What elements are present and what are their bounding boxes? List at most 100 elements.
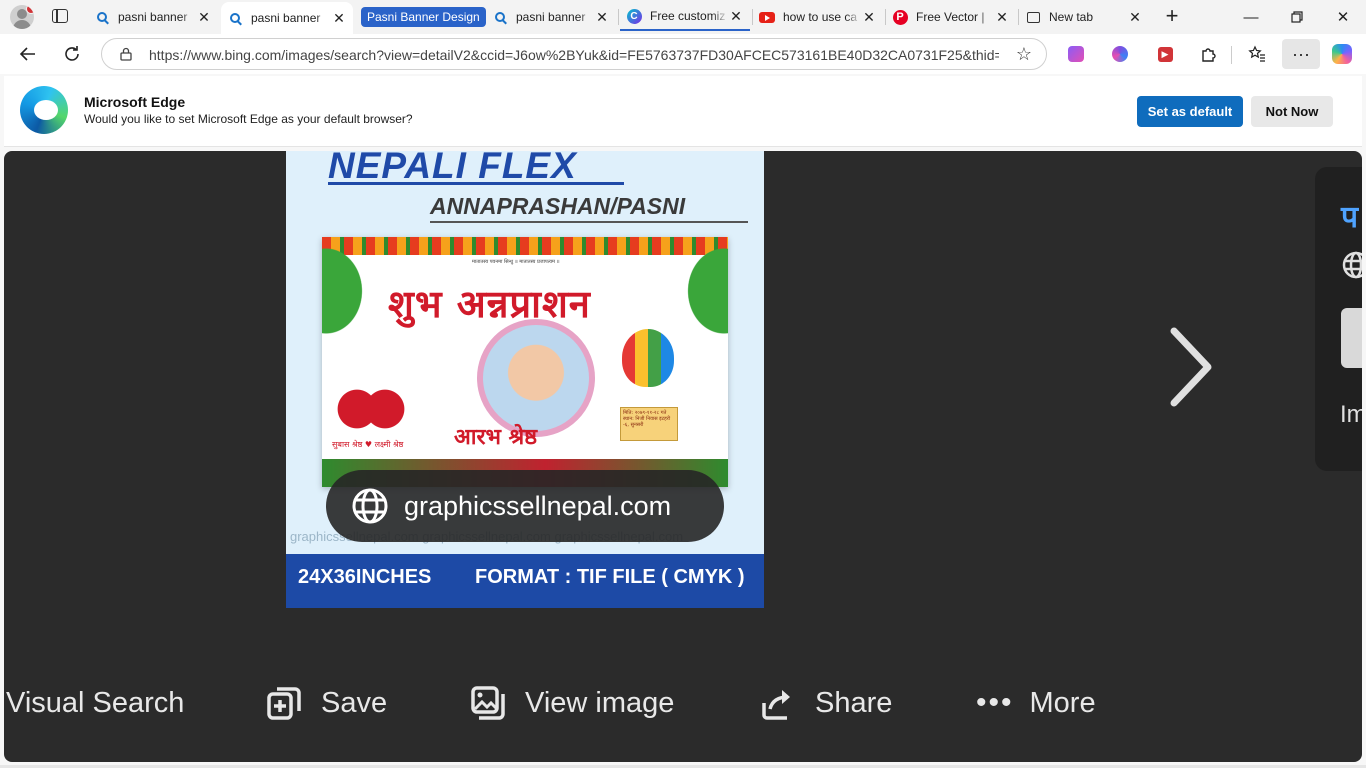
side-globe-icon[interactable] xyxy=(1342,251,1362,279)
card-title: शुभ अन्नप्राशन xyxy=(388,282,591,326)
tab-how-to-use[interactable]: how to use ca ✕ xyxy=(753,3,883,31)
tab-close-icon[interactable]: ✕ xyxy=(196,9,212,25)
extensions-puzzle-icon[interactable] xyxy=(1199,44,1219,64)
view-image-label: View image xyxy=(525,686,675,719)
tab-pasni-banner-2[interactable]: pasni banner ✕ xyxy=(221,2,353,34)
refresh-button[interactable] xyxy=(58,40,86,68)
default-browser-infobar: Microsoft Edge Would you like to set Mic… xyxy=(4,76,1362,147)
favorites-icon[interactable] xyxy=(1247,44,1267,64)
youtube-icon xyxy=(759,9,775,25)
side-panel-button[interactable] xyxy=(1341,308,1362,368)
profile-avatar-icon[interactable] xyxy=(10,5,34,29)
tab-close-icon[interactable]: ✕ xyxy=(994,9,1010,25)
set-as-default-button[interactable]: Set as default xyxy=(1137,96,1243,127)
tab-label: pasni banner xyxy=(516,10,586,24)
tab-new-tab[interactable]: New tab ✕ xyxy=(1019,3,1149,31)
subheadline-underline xyxy=(430,221,748,223)
headline-underline xyxy=(328,182,624,185)
settings-more-icon[interactable]: ··· xyxy=(1282,39,1320,69)
hot-air-balloon-icon xyxy=(622,329,674,387)
new-tab-icon xyxy=(1025,9,1041,25)
banner-footer: 24X36INCHES FORMAT : TIF FILE ( CMYK ) xyxy=(286,554,764,608)
toolbar-divider xyxy=(1231,46,1232,64)
card-child-name: आरभ श्रेष्ठ xyxy=(454,425,538,450)
card-small-text: मातातस्य पवनमा सिन्धु ॥ मातातस्य प्रजापत… xyxy=(472,259,560,265)
side-panel-title: प xyxy=(1341,200,1359,235)
bing-search-icon xyxy=(492,9,508,25)
source-link[interactable]: graphicssellnepal.com xyxy=(326,470,724,542)
tab-close-icon[interactable]: ✕ xyxy=(861,9,877,25)
tab-pasni-banner-3[interactable]: pasni banner ✕ xyxy=(486,3,616,31)
tab-free-vector[interactable]: P Free Vector | ✕ xyxy=(886,3,1016,31)
minimize-icon[interactable]: — xyxy=(1228,0,1274,34)
save-label: Save xyxy=(321,686,388,719)
tab-close-icon[interactable]: ✕ xyxy=(594,9,610,25)
notification-dot xyxy=(26,5,34,14)
restore-icon[interactable] xyxy=(1274,0,1320,34)
tab-label: New tab xyxy=(1049,10,1094,24)
baby-photo xyxy=(477,319,595,437)
banner-subheadline: ANNAPRASHAN/PASNI xyxy=(430,193,686,219)
tab-free-customiz[interactable]: C Free customiz ✕ xyxy=(620,3,750,31)
extension-icon-1[interactable] xyxy=(1066,44,1086,64)
tab-close-icon[interactable]: ✕ xyxy=(1127,9,1143,25)
next-image-arrow-icon[interactable] xyxy=(1168,327,1212,407)
card-parents: सुबास श्रेष्ठ ♥ लक्ष्मी श्रेष्ठ xyxy=(332,440,404,449)
tab-label: Free customiz xyxy=(650,9,726,23)
site-info-icon[interactable] xyxy=(119,47,133,61)
more-label: More xyxy=(1029,686,1096,719)
card-notice: मिति: २०७९-११-२८ गते स्थान: निजी निवास इ… xyxy=(620,407,678,441)
banner-size-text: 24X36INCHES xyxy=(298,566,432,588)
banner-format-text: FORMAT : TIF FILE ( CMYK ) xyxy=(475,566,745,588)
share-icon xyxy=(762,690,790,720)
copilot-icon[interactable] xyxy=(1332,44,1352,64)
close-window-icon[interactable]: ✕ xyxy=(1320,0,1366,34)
bing-search-icon xyxy=(94,9,110,25)
tab-separator xyxy=(618,9,619,25)
more-dots-icon: ••• xyxy=(976,686,1014,719)
save-add-icon xyxy=(267,687,301,720)
globe-icon xyxy=(352,488,388,524)
view-image-button[interactable]: View image xyxy=(470,683,674,723)
hearts-icon xyxy=(336,385,406,433)
image-viewer: NEPALI FLEX ANNAPRASHAN/PASNI मातातस्य प… xyxy=(4,151,1362,762)
share-label: Share xyxy=(815,686,893,719)
save-button[interactable]: Save xyxy=(266,683,387,723)
banana-leaf-left xyxy=(322,247,382,357)
tab-strip: pasni banner ✕ pasni banner ✕ Pasni Bann… xyxy=(0,0,1366,34)
refresh-icon xyxy=(65,46,79,61)
infobar-message: Would you like to set Microsoft Edge as … xyxy=(84,112,413,126)
bing-search-icon xyxy=(227,10,243,26)
visual-search-button[interactable]: Visual Search xyxy=(6,683,184,723)
banana-leaf-right xyxy=(668,247,728,357)
tab-label: pasni banner xyxy=(118,10,188,24)
tab-actions-icon[interactable] xyxy=(52,9,68,23)
back-arrow-icon xyxy=(19,47,35,61)
tab-close-icon[interactable]: ✕ xyxy=(331,10,347,26)
back-button[interactable] xyxy=(14,40,42,68)
side-panel-label: Im xyxy=(1340,401,1362,428)
new-tab-button[interactable]: + xyxy=(1161,5,1183,28)
source-domain: graphicssellnepal.com xyxy=(404,490,672,521)
extension-icon-2[interactable] xyxy=(1110,44,1130,64)
image-actions-toolbar: Visual Search Save View image Share ••• … xyxy=(4,673,1362,733)
url-text[interactable]: https://www.bing.com/images/search?view=… xyxy=(149,47,999,63)
tab-label: pasni banner xyxy=(251,11,321,25)
pinterest-icon: P xyxy=(892,9,908,25)
favorite-star-icon[interactable]: ☆ xyxy=(1016,44,1032,65)
view-image-icon xyxy=(471,686,505,720)
address-bar[interactable]: https://www.bing.com/images/search?view=… xyxy=(101,38,1047,70)
tab-close-icon[interactable]: ✕ xyxy=(728,8,744,24)
edge-logo-icon xyxy=(20,86,68,134)
extension-icon-3[interactable]: ▶ xyxy=(1155,44,1175,64)
infobar-title: Microsoft Edge xyxy=(84,94,186,110)
tab-label: Free Vector | xyxy=(916,10,985,24)
share-button[interactable]: Share xyxy=(760,683,892,723)
tab-group-label[interactable]: Pasni Banner Design xyxy=(361,7,486,27)
more-button[interactable]: ••• More xyxy=(976,683,1096,723)
tab-pasni-banner-1[interactable]: pasni banner ✕ xyxy=(88,3,218,31)
banner-card: मातातस्य पवनमा सिन्धु ॥ मातातस्य प्रजापत… xyxy=(322,237,728,487)
canva-icon: C xyxy=(626,8,642,24)
not-now-button[interactable]: Not Now xyxy=(1251,96,1333,127)
tab-label: how to use ca xyxy=(783,10,858,24)
